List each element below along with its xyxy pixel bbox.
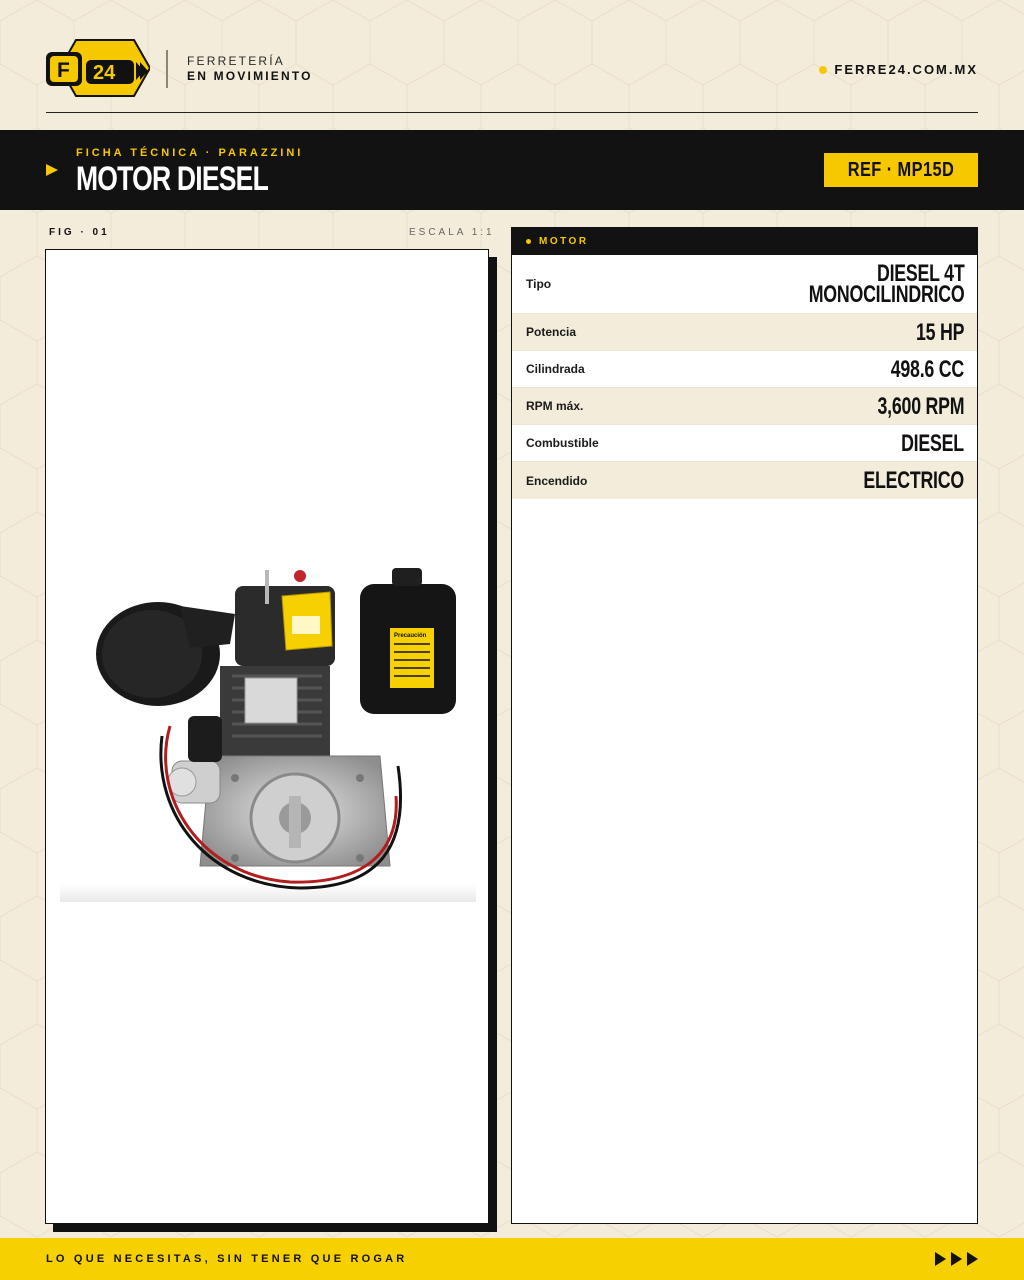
- spec-label: Cilindrada: [526, 362, 585, 376]
- brand-line-1: FERRETERÍA: [187, 54, 286, 68]
- website-dot-icon: [819, 65, 828, 74]
- arrow-right-icon: [935, 1252, 946, 1266]
- spec-label: Tipo: [526, 277, 552, 291]
- svg-text:F: F: [57, 59, 70, 82]
- play-arrow-icon: [46, 164, 58, 176]
- section-dot-icon: [526, 239, 531, 244]
- spec-label: RPM máx.: [526, 399, 584, 413]
- precaution-label: Precaución: [394, 633, 427, 639]
- brand-line-2: EN MOVIMIENTO: [187, 69, 313, 83]
- diesel-engine-image: Precaución: [60, 568, 476, 902]
- spec-value: DIESEL 4T MONOCILINDRICO: [808, 262, 964, 308]
- spec-value-line-2: MONOCILINDRICO: [808, 281, 964, 308]
- title-band: FICHA TÉCNICA · PARAZZINI MOTOR DIESEL R…: [0, 130, 1024, 210]
- reference-code: REF · MP15D: [847, 159, 955, 181]
- footer-slogan: LO QUE NECESITAS, SIN TENER QUE ROGAR: [46, 1253, 408, 1265]
- spec-value: 15 HP: [915, 318, 964, 346]
- product-figure: Precaución: [45, 249, 489, 1224]
- spec-row-cilindrada: Cilindrada 498.6 CC: [512, 351, 977, 388]
- svg-text:24: 24: [93, 62, 116, 84]
- spec-label: Combustible: [526, 436, 599, 450]
- title-kicker: FICHA TÉCNICA · PARAZZINI: [76, 147, 304, 159]
- arrow-right-icon: [967, 1252, 978, 1266]
- website-url[interactable]: FERRE24.COM.MX: [834, 62, 978, 77]
- spec-section-header: MOTOR: [512, 228, 977, 255]
- spec-value: 3,600 RPM: [877, 392, 964, 420]
- spec-section-title: MOTOR: [539, 236, 589, 247]
- spec-value: 498.6 CC: [890, 355, 964, 383]
- page-title: MOTOR DIESEL: [76, 160, 269, 198]
- spec-value: ELECTRICO: [863, 467, 964, 494]
- header-divider: [166, 50, 168, 88]
- spec-label: Encendido: [526, 473, 588, 488]
- spec-value: DIESEL: [901, 429, 964, 457]
- reference-badge: REF · MP15D: [824, 153, 978, 187]
- figure-caption: FIG · 01: [49, 227, 110, 238]
- spec-label: Potencia: [526, 325, 577, 339]
- header-rule: [46, 112, 978, 113]
- site-header: F 24 FERRETERÍA EN MOVIMIENTO FERRE24.CO…: [46, 38, 978, 98]
- website-link[interactable]: FERRE24.COM.MX: [819, 62, 978, 77]
- f24-logo[interactable]: F 24: [46, 38, 150, 98]
- arrow-right-icon: [951, 1252, 962, 1266]
- spec-row-tipo: Tipo DIESEL 4T MONOCILINDRICO: [512, 255, 977, 314]
- spec-row-rpm: RPM máx. 3,600 RPM: [512, 388, 977, 425]
- figure-scale: ESCALA 1:1: [409, 227, 495, 238]
- spec-row-combustible: Combustible DIESEL: [512, 425, 977, 462]
- brand-tagline: FERRETERÍA EN MOVIMIENTO: [187, 54, 313, 84]
- footer-bar: LO QUE NECESITAS, SIN TENER QUE ROGAR: [0, 1238, 1024, 1280]
- spec-table: MOTOR Tipo DIESEL 4T MONOCILINDRICO Pote…: [511, 227, 978, 1224]
- spec-row-encendido: Encendido ELECTRICO: [512, 462, 977, 499]
- spec-row-potencia: Potencia 15 HP: [512, 314, 977, 351]
